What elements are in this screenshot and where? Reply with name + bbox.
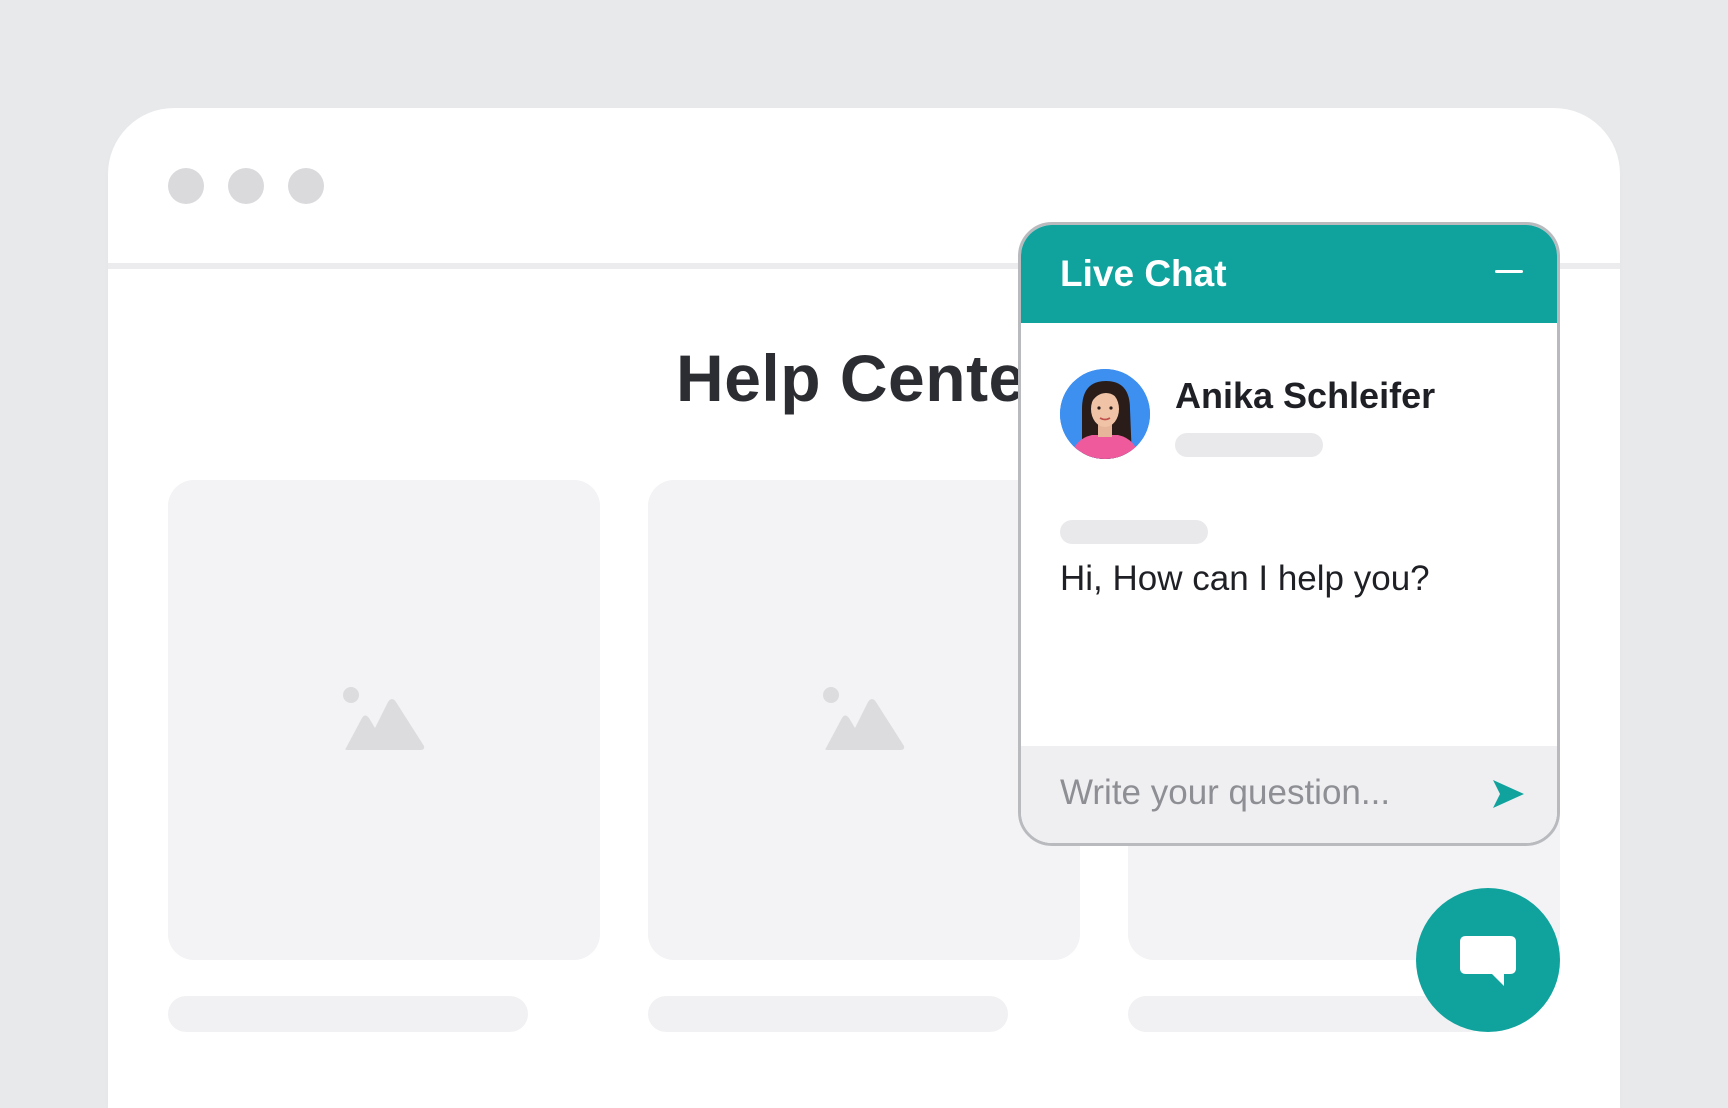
- window-dot-maximize[interactable]: [288, 168, 324, 204]
- card-caption-placeholder: [648, 996, 1008, 1032]
- help-card[interactable]: [168, 480, 600, 960]
- window-dot-close[interactable]: [168, 168, 204, 204]
- chat-launcher-button[interactable]: [1416, 888, 1560, 1032]
- agent-status-placeholder: [1175, 433, 1323, 457]
- window-dot-minimize[interactable]: [228, 168, 264, 204]
- send-icon[interactable]: [1491, 778, 1525, 810]
- message-meta-placeholder: [1060, 520, 1208, 544]
- minimize-icon[interactable]: [1495, 269, 1525, 275]
- question-input[interactable]: [1060, 768, 1460, 818]
- chat-input-bar: [1021, 746, 1557, 843]
- chat-title: Live Chat: [1060, 253, 1227, 294]
- image-placeholder-icon: [343, 687, 425, 750]
- help-card[interactable]: [648, 480, 1080, 960]
- chat-bubble-icon: [1460, 936, 1516, 986]
- chat-header: Live Chat: [1021, 225, 1557, 323]
- agent-name: Anika Schleifer: [1175, 375, 1436, 416]
- chat-message: Hi, How can I help you?: [1060, 559, 1430, 598]
- card-caption-placeholder: [168, 996, 528, 1032]
- avatar: [1060, 369, 1150, 459]
- live-chat-widget: Live Chat Anika Schleifer Hi, How can I …: [1018, 222, 1560, 846]
- image-placeholder-icon: [823, 687, 905, 750]
